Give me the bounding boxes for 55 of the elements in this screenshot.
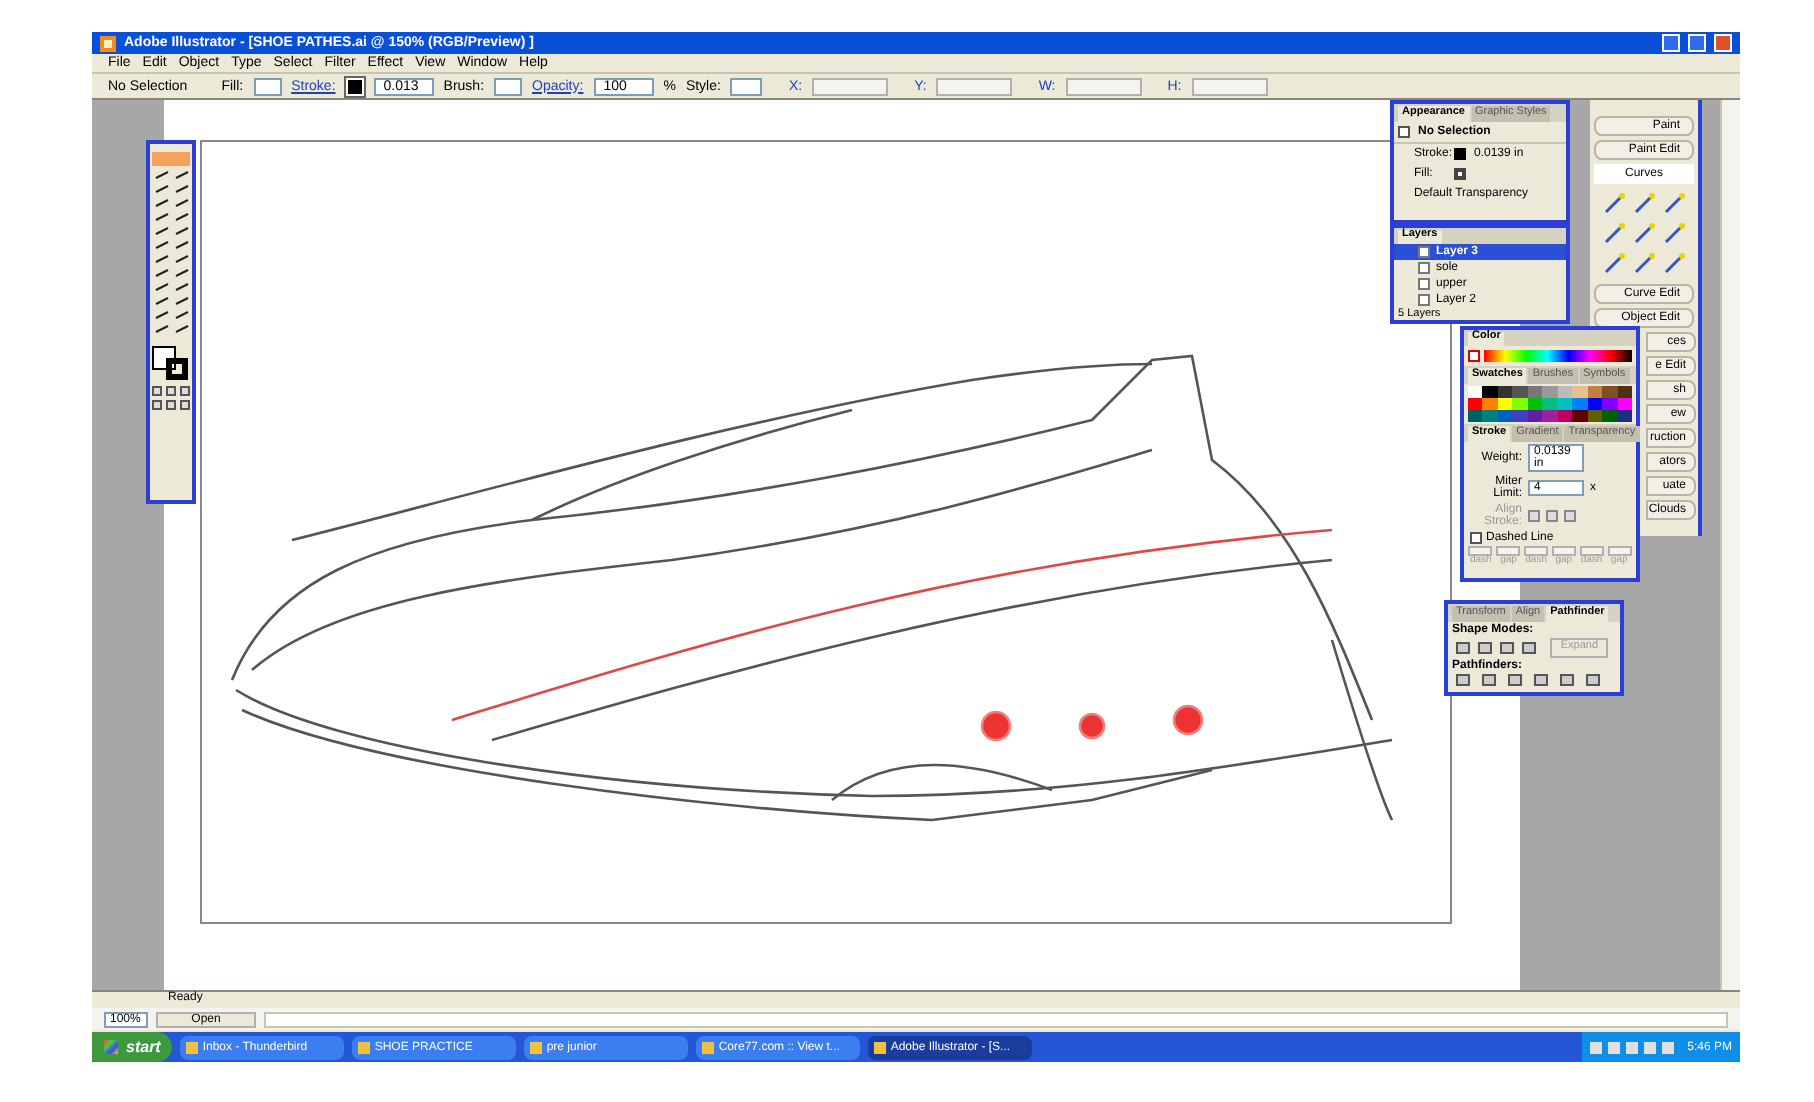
maximize-button[interactable] (1688, 34, 1706, 52)
color-swatch[interactable] (1482, 398, 1498, 410)
color-swatch[interactable] (1542, 386, 1558, 398)
dash-field[interactable] (1524, 546, 1549, 556)
curve-tool-icon[interactable] (1662, 252, 1686, 276)
dash-field[interactable] (1607, 546, 1632, 556)
color-swatch[interactable] (1468, 410, 1483, 422)
color-swatch[interactable] (1572, 386, 1588, 398)
color-swatch[interactable] (1468, 398, 1483, 410)
coordinate-field[interactable] (936, 77, 1013, 95)
curve-tool-icon[interactable] (1632, 252, 1656, 276)
dash-field[interactable] (1579, 546, 1604, 556)
stroke-swatch[interactable] (345, 77, 364, 95)
color-swatch[interactable] (1542, 398, 1558, 410)
color-swatch[interactable] (1602, 386, 1618, 398)
stroke-swatch (1454, 148, 1466, 160)
stroke-color-swatch[interactable] (166, 358, 188, 380)
color-swatch[interactable] (1512, 398, 1528, 410)
fill-dropdown[interactable] (253, 77, 282, 95)
coordinate-field[interactable] (812, 77, 889, 95)
brush-dropdown[interactable] (494, 77, 523, 95)
vertical-scrollbar[interactable] (1720, 100, 1740, 990)
dash-field[interactable] (1551, 546, 1576, 556)
color-swatch[interactable] (1482, 410, 1498, 422)
horizontal-scrollbar[interactable] (264, 1011, 1728, 1027)
coordinate-field[interactable] (1191, 77, 1268, 95)
curve-tool-icon[interactable] (1602, 252, 1626, 276)
color-swatch[interactable] (1512, 386, 1528, 398)
curve-tool-icon[interactable] (1632, 192, 1656, 216)
minimize-button[interactable] (1662, 34, 1680, 52)
app-logo-icon (100, 35, 116, 51)
color-swatch[interactable] (1572, 398, 1588, 410)
fill-swatch (1454, 168, 1466, 180)
object-thumbnail-icon (1398, 126, 1410, 138)
color-swatch[interactable] (1602, 398, 1618, 410)
toolbox-logo-icon (152, 152, 190, 166)
start-button[interactable]: start (92, 1032, 173, 1062)
none-swatch-icon[interactable] (1468, 350, 1480, 362)
curve-tool-icon[interactable] (1602, 192, 1626, 216)
color-swatch[interactable] (1482, 386, 1498, 398)
curve-tool-icon[interactable] (1632, 222, 1656, 246)
color-swatch[interactable] (1512, 410, 1528, 422)
color-swatch[interactable] (1468, 386, 1483, 398)
coordinate-field[interactable] (1065, 77, 1142, 95)
dash-field[interactable] (1468, 546, 1493, 556)
curve-tool-icon[interactable] (1662, 192, 1686, 216)
dash-field[interactable] (1496, 546, 1521, 556)
color-swatch[interactable] (1572, 410, 1588, 422)
close-button[interactable] (1714, 34, 1732, 52)
curve-tool-icon[interactable] (1662, 222, 1686, 246)
curve-tool-icon[interactable] (1602, 222, 1626, 246)
color-swatch[interactable] (1602, 410, 1618, 422)
style-dropdown[interactable] (730, 77, 763, 95)
color-swatch[interactable] (1542, 410, 1558, 422)
color-spectrum[interactable] (1484, 350, 1632, 362)
